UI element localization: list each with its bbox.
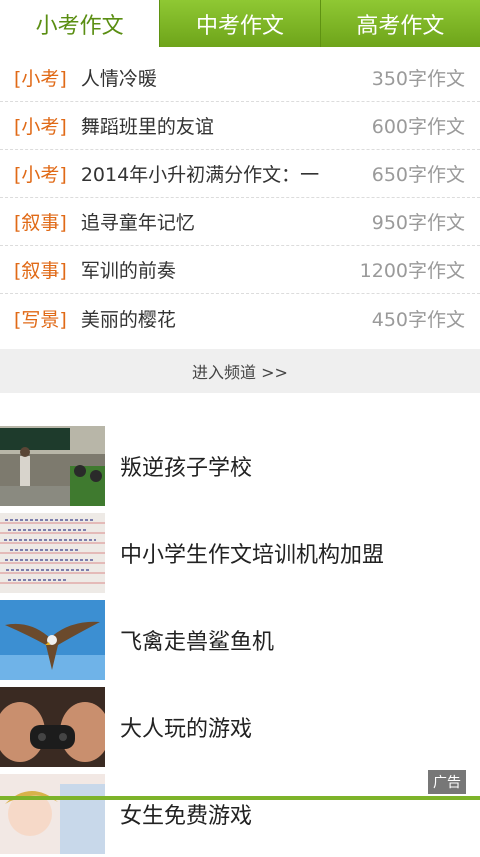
article-row[interactable]: [小考] 舞蹈班里的友谊 600字作文 [0, 102, 480, 150]
article-wordcount: 450字作文 [371, 308, 465, 331]
article-row[interactable]: [叙事] 追寻童年记忆 950字作文 [0, 198, 480, 246]
article-category: [叙事] [14, 260, 67, 282]
article-row[interactable]: [小考] 人情冷暖 350字作文 [0, 47, 480, 102]
article-title: 美丽的樱花 [80, 308, 176, 331]
ad-item[interactable]: 大人玩的游戏 [0, 683, 480, 770]
article-wordcount: 350字作文 [371, 67, 465, 90]
tab-bar: 小考作文 中考作文 高考作文 [0, 0, 480, 47]
ad-thumbnail-eagle [0, 599, 105, 680]
ad-title: 女生免费游戏 [120, 803, 253, 829]
article-list: [小考] 人情冷暖 350字作文 [小考] 舞蹈班里的友谊 600字作文 [小考… [0, 47, 480, 342]
ad-thumbnail-handwriting [0, 512, 105, 593]
ad-item[interactable]: 飞禽走兽鲨鱼机 [0, 596, 480, 683]
tab-zhongkao[interactable]: 中考作文 [159, 0, 320, 47]
article-wordcount: 1200字作文 [359, 260, 465, 282]
ad-thumbnail-anime [0, 773, 105, 854]
article-row[interactable]: [写景] 美丽的樱花 450字作文 [0, 294, 480, 342]
article-category: [小考] [14, 164, 67, 186]
tab-xiaokao[interactable]: 小考作文 [0, 0, 160, 47]
article-title: 舞蹈班里的友谊 [80, 116, 214, 138]
ad-thumbnail-gamepad [0, 686, 105, 767]
article-title: 追寻童年记忆 [80, 212, 195, 234]
article-wordcount: 600字作文 [371, 116, 465, 138]
enter-channel-button[interactable]: 进入频道 >> [0, 349, 480, 393]
ad-item[interactable]: 中小学生作文培训机构加盟 [0, 509, 480, 596]
article-row[interactable]: [小考] 2014年小升初满分作文：一 650字作文 [0, 150, 480, 198]
bottom-accent-bar [0, 796, 480, 800]
article-category: [写景] [14, 308, 67, 331]
tab-gaokao[interactable]: 高考作文 [319, 0, 480, 47]
article-title: 2014年小升初满分作文：一 [80, 164, 320, 186]
article-category: [小考] [14, 67, 67, 90]
article-row[interactable]: [叙事] 军训的前奏 1200字作文 [0, 246, 480, 294]
article-category: [叙事] [14, 212, 67, 234]
ad-title: 大人玩的游戏 [120, 716, 253, 742]
article-wordcount: 950字作文 [371, 212, 465, 234]
ad-item[interactable]: 女生免费游戏 [0, 770, 480, 857]
ad-title: 叛逆孩子学校 [120, 455, 253, 481]
article-wordcount: 650字作文 [371, 164, 465, 186]
article-title: 人情冷暖 [80, 67, 157, 90]
ad-thumbnail-classroom [0, 425, 105, 506]
ad-badge: 广告 [428, 770, 466, 794]
article-title: 军训的前奏 [80, 260, 176, 282]
ad-item[interactable]: 叛逆孩子学校 [0, 422, 480, 509]
ad-title: 飞禽走兽鲨鱼机 [120, 629, 275, 655]
ad-list: 叛逆孩子学校 中小学生作文培训机构加盟 飞禽走兽鲨鱼机 大人玩的游戏 女生免费游… [0, 422, 480, 857]
ad-title: 中小学生作文培训机构加盟 [120, 542, 385, 568]
article-category: [小考] [14, 116, 67, 138]
